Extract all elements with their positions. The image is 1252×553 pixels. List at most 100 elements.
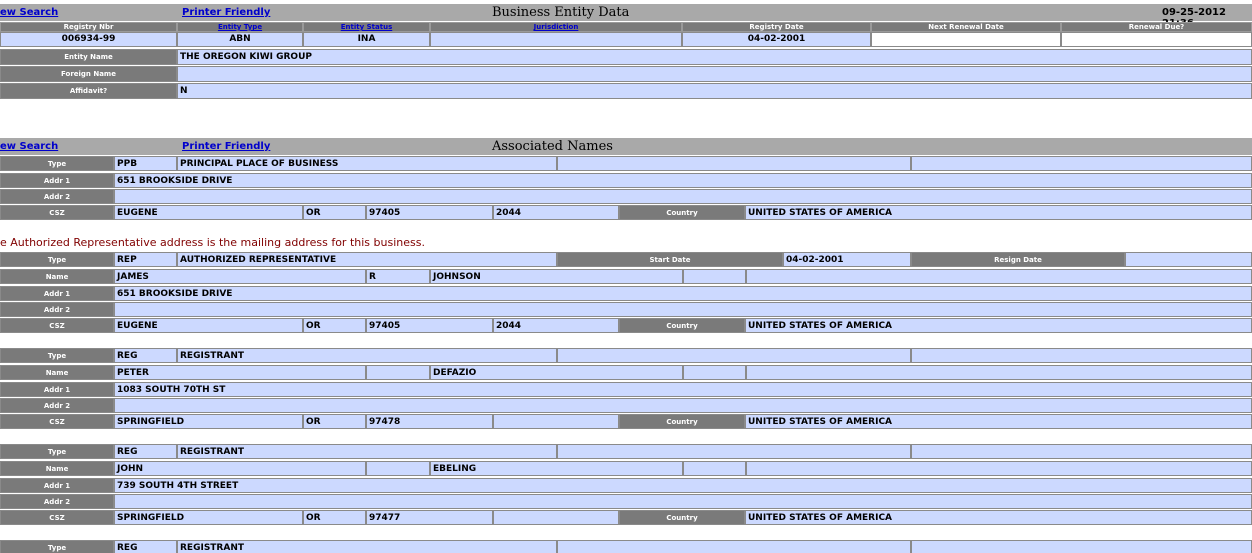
rep-middle-name: R	[366, 269, 430, 284]
rep-type-desc: AUTHORIZED REPRESENTATIVE	[177, 252, 557, 267]
affidavit-value: N	[177, 83, 1252, 99]
rep-addr1-value: 651 BROOKSIDE DRIVE	[114, 286, 1252, 301]
rep-zip: 97405	[366, 318, 493, 333]
ppb-zip: 97405	[366, 205, 493, 220]
ppb-empty-2	[911, 156, 1252, 171]
reg3-empty-1	[557, 540, 911, 553]
reg1-zip4	[493, 414, 619, 429]
rep-first-name: JAMES	[114, 269, 366, 284]
ppb-state: OR	[303, 205, 366, 220]
reg1-empty-2	[911, 348, 1252, 363]
reg3-type-label: Type	[0, 540, 114, 553]
assoc-new-search-link[interactable]: ew Search	[0, 141, 58, 152]
rep-type-code: REP	[114, 252, 177, 267]
reg1-addr1-label: Addr 1	[0, 382, 114, 397]
reg2-first-name: JOHN	[114, 461, 366, 476]
reg1-addr2-label: Addr 2	[0, 398, 114, 413]
rep-resign-date-label: Resign Date	[911, 252, 1125, 267]
reg2-suffix-empty	[683, 461, 746, 476]
reg1-name-empty	[746, 365, 1252, 380]
header-registry-date: Registry Date	[682, 22, 871, 32]
rep-country: UNITED STATES OF AMERICA	[745, 318, 1252, 333]
ppb-csz-label: CSZ	[0, 205, 114, 220]
reg1-state: OR	[303, 414, 366, 429]
reg2-type-desc: REGISTRANT	[177, 444, 557, 459]
reg2-state: OR	[303, 510, 366, 525]
rep-addr1-label: Addr 1	[0, 286, 114, 301]
entity-name-label: Entity Name	[0, 49, 177, 65]
ppb-addr1-value: 651 BROOKSIDE DRIVE	[114, 173, 1252, 188]
ppb-type-code: PPB	[114, 156, 177, 171]
reg2-name-label: Name	[0, 461, 114, 476]
entity-type-link[interactable]: Entity Type	[218, 23, 262, 31]
ppb-addr2-value	[114, 189, 1252, 204]
rep-last-name: JOHNSON	[430, 269, 683, 284]
reg1-type-code: REG	[114, 348, 177, 363]
reg1-addr2-value	[114, 398, 1252, 413]
reg2-name-empty	[746, 461, 1252, 476]
rep-resign-date	[1125, 252, 1252, 267]
rep-zip4: 2044	[493, 318, 619, 333]
header-jurisdiction[interactable]: Jurisdiction	[430, 22, 682, 32]
rep-name-label: Name	[0, 269, 114, 284]
ppb-addr2-label: Addr 2	[0, 189, 114, 204]
reg2-country: UNITED STATES OF AMERICA	[745, 510, 1252, 525]
reg1-name-label: Name	[0, 365, 114, 380]
reg1-city: SPRINGFIELD	[114, 414, 303, 429]
reg2-addr1-label: Addr 1	[0, 478, 114, 493]
ppb-zip4: 2044	[493, 205, 619, 220]
header-next-renewal: Next Renewal Date	[871, 22, 1061, 32]
new-search-link[interactable]: ew Search	[0, 7, 58, 18]
rep-start-date: 04-02-2001	[783, 252, 911, 267]
entity-status-link[interactable]: Entity Status	[341, 23, 392, 31]
reg1-empty-1	[557, 348, 911, 363]
value-renewal-due	[1061, 32, 1252, 47]
reg2-addr1-value: 739 SOUTH 4TH STREET	[114, 478, 1252, 493]
ppb-type-label: Type	[0, 156, 114, 171]
reg3-empty-2	[911, 540, 1252, 553]
reg2-csz-label: CSZ	[0, 510, 114, 525]
entity-name-value: THE OREGON KIWI GROUP	[177, 49, 1252, 65]
header-renewal-due: Renewal Due?	[1061, 22, 1252, 32]
reg2-addr2-label: Addr 2	[0, 494, 114, 509]
value-entity-status: INA	[303, 32, 430, 47]
reg2-middle-name	[366, 461, 430, 476]
rep-csz-label: CSZ	[0, 318, 114, 333]
reg2-addr2-value	[114, 494, 1252, 509]
reg1-country-label: Country	[619, 414, 745, 429]
foreign-name-value	[177, 66, 1252, 82]
reg3-type-desc: REGISTRANT	[177, 540, 557, 553]
ppb-country: UNITED STATES OF AMERICA	[745, 205, 1252, 220]
reg1-type-label: Type	[0, 348, 114, 363]
rep-city: EUGENE	[114, 318, 303, 333]
header-entity-status[interactable]: Entity Status	[303, 22, 430, 32]
foreign-name-label: Foreign Name	[0, 66, 177, 82]
mailing-address-note: e Authorized Representative address is t…	[0, 236, 425, 249]
affidavit-label: Affidavit?	[0, 83, 177, 99]
reg2-type-code: REG	[114, 444, 177, 459]
reg2-last-name: EBELING	[430, 461, 683, 476]
reg2-type-label: Type	[0, 444, 114, 459]
rep-addr2-value	[114, 302, 1252, 317]
reg2-city: SPRINGFIELD	[114, 510, 303, 525]
value-registry-date: 04-02-2001	[682, 32, 871, 47]
reg3-type-code: REG	[114, 540, 177, 553]
header-entity-type[interactable]: Entity Type	[177, 22, 303, 32]
rep-suffix-empty	[683, 269, 746, 284]
jurisdiction-link[interactable]: Jurisdiction	[534, 23, 579, 31]
value-next-renewal	[871, 32, 1061, 47]
reg2-country-label: Country	[619, 510, 745, 525]
reg1-type-desc: REGISTRANT	[177, 348, 557, 363]
reg1-csz-label: CSZ	[0, 414, 114, 429]
ppb-empty-1	[557, 156, 911, 171]
rep-name-empty	[746, 269, 1252, 284]
ppb-city: EUGENE	[114, 205, 303, 220]
reg1-addr1-value: 1083 SOUTH 70TH ST	[114, 382, 1252, 397]
value-jurisdiction	[430, 32, 682, 47]
assoc-printer-friendly-link[interactable]: Printer Friendly	[182, 141, 270, 152]
assoc-title: Associated Names	[492, 139, 613, 154]
reg2-empty-2	[911, 444, 1252, 459]
printer-friendly-link[interactable]: Printer Friendly	[182, 7, 270, 18]
page-title: Business Entity Data	[492, 5, 630, 20]
rep-type-label: Type	[0, 252, 114, 267]
